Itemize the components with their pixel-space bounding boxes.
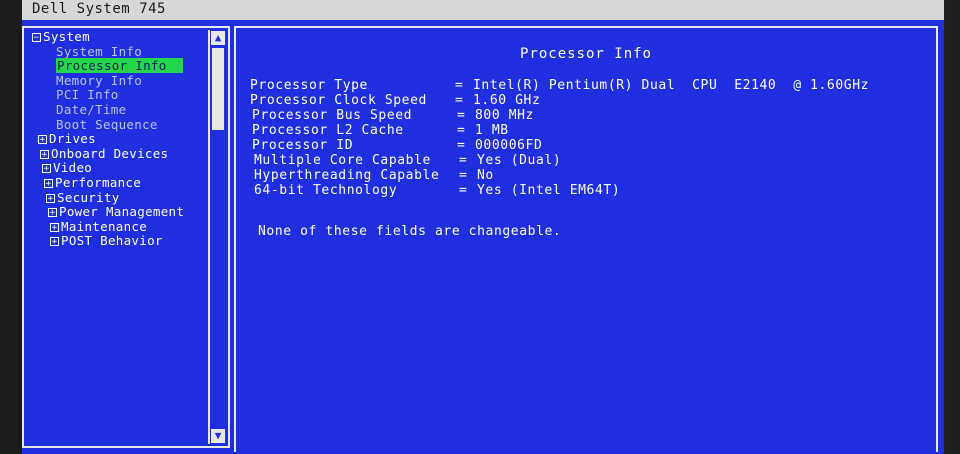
- settings-tree: − System System Info Processor Info Memory I…: [26, 29, 210, 249]
- tree-item-label: Memory Info: [56, 72, 143, 88]
- tree-scrollbar[interactable]: ▲ ▼: [208, 30, 226, 444]
- info-row: Processor Bus Speed = 800 MHz: [250, 108, 869, 123]
- bios-screen: − System System Info Processor Info Memory I…: [22, 20, 944, 454]
- info-label: Processor ID: [252, 138, 354, 153]
- info-separator: =: [455, 78, 464, 93]
- read-only-note: None of these fields are changeable.: [258, 224, 562, 239]
- info-value: 1.60 GHz: [473, 93, 541, 108]
- info-row: Processor Type = Intel(R) Pentium(R) Dual …: [250, 78, 869, 93]
- window-title: Dell System 745: [22, 0, 944, 20]
- info-row: 64-bit Technology = Yes (Intel EM64T): [250, 183, 869, 198]
- settings-tree-panel: − System System Info Processor Info Memory I…: [22, 26, 230, 448]
- expand-icon[interactable]: +: [48, 208, 57, 218]
- info-value: 000006FD: [475, 138, 543, 153]
- info-separator: =: [457, 123, 466, 138]
- tree-item-label: Processor Info: [56, 58, 183, 74]
- info-value: Yes (Dual): [477, 153, 562, 168]
- expand-icon[interactable]: +: [38, 135, 47, 145]
- expand-icon[interactable]: +: [40, 149, 49, 159]
- expand-icon[interactable]: +: [46, 193, 55, 203]
- collapse-icon[interactable]: −: [32, 33, 41, 43]
- tree-item-label: Drives: [49, 131, 96, 147]
- tree-item-label: System: [43, 29, 90, 44]
- info-value: 1 MB: [475, 123, 509, 138]
- expand-icon[interactable]: +: [42, 164, 51, 174]
- info-label: Multiple Core Capable: [254, 153, 431, 168]
- scroll-thumb[interactable]: [212, 48, 224, 130]
- info-row: Processor ID = 000006FD: [250, 138, 869, 153]
- tree-item-label: Performance: [55, 174, 142, 190]
- tree-item-label: POST Behavior: [61, 233, 163, 249]
- tree-item-performance[interactable]: + Performance: [26, 174, 210, 191]
- tree-item-label: Video: [53, 160, 93, 176]
- panel-title: Processor Info: [519, 46, 652, 62]
- info-value: Yes (Intel EM64T): [477, 183, 621, 198]
- scroll-down-icon[interactable]: ▼: [211, 429, 225, 443]
- expand-icon[interactable]: +: [50, 237, 59, 247]
- info-label: Hyperthreading Capable: [254, 168, 440, 183]
- tree-item-memory-info[interactable]: Memory Info: [26, 72, 210, 89]
- info-separator: =: [459, 153, 468, 168]
- scroll-up-icon[interactable]: ▲: [211, 31, 225, 45]
- tree-item-pci-info[interactable]: PCI Info: [26, 88, 210, 103]
- tree-item-label: Maintenance: [61, 218, 148, 234]
- tree-item-power-management[interactable]: + Power Management: [26, 204, 210, 220]
- tree-item-boot-sequence[interactable]: Boot Sequence: [26, 116, 210, 133]
- tree-item-label: Date/Time: [56, 101, 127, 117]
- tree-item-security[interactable]: + Security: [26, 189, 210, 206]
- info-value: Intel(R) Pentium(R) Dual CPU E2140 @ 1.6…: [473, 78, 870, 93]
- info-separator: =: [459, 168, 468, 183]
- info-rows: Processor Type = Intel(R) Pentium(R) Dual …: [250, 78, 869, 198]
- info-label: Processor Type: [250, 78, 368, 93]
- tree-item-system-info[interactable]: System Info: [26, 43, 210, 60]
- tree-item-onboard-devices[interactable]: + Onboard Devices: [26, 145, 210, 162]
- info-row: Multiple Core Capable = Yes (Dual): [250, 153, 869, 168]
- tree-item-date-time[interactable]: Date/Time: [26, 101, 210, 118]
- info-separator: =: [455, 93, 464, 108]
- tree-item-maintenance[interactable]: + Maintenance: [26, 218, 210, 235]
- tree-item-video[interactable]: + Video: [26, 161, 210, 176]
- info-row: Processor L2 Cache = 1 MB: [250, 123, 869, 138]
- info-separator: =: [457, 108, 466, 123]
- expand-icon[interactable]: +: [50, 222, 59, 232]
- info-value: No: [477, 168, 494, 183]
- tree-item-drives[interactable]: + Drives: [26, 131, 210, 147]
- info-separator: =: [457, 138, 466, 153]
- tree-item-label: Boot Sequence: [56, 116, 158, 132]
- tree-item-label: Security: [57, 189, 120, 205]
- info-label: Processor Clock Speed: [250, 93, 427, 108]
- tree-item-label: System Info: [56, 43, 143, 59]
- tree-item-system[interactable]: − System: [26, 29, 210, 45]
- info-row: Processor Clock Speed = 1.60 GHz: [250, 93, 869, 108]
- tree-item-label: Power Management: [59, 204, 185, 220]
- processor-info-panel: Processor Info Processor Type = Intel(R) P…: [234, 26, 938, 452]
- info-label: Processor L2 Cache: [252, 123, 404, 138]
- tree-item-label: PCI Info: [56, 87, 119, 103]
- info-value: 800 MHz: [475, 108, 534, 123]
- tree-item-post-behavior[interactable]: + POST Behavior: [26, 234, 210, 249]
- tree-item-processor-info[interactable]: Processor Info: [26, 58, 210, 74]
- tree-item-label: Onboard Devices: [51, 145, 169, 161]
- info-separator: =: [459, 183, 468, 198]
- info-row: Hyperthreading Capable = No: [250, 168, 869, 183]
- info-label: 64-bit Technology: [254, 183, 398, 198]
- info-label: Processor Bus Speed: [252, 108, 413, 123]
- expand-icon[interactable]: +: [44, 178, 53, 188]
